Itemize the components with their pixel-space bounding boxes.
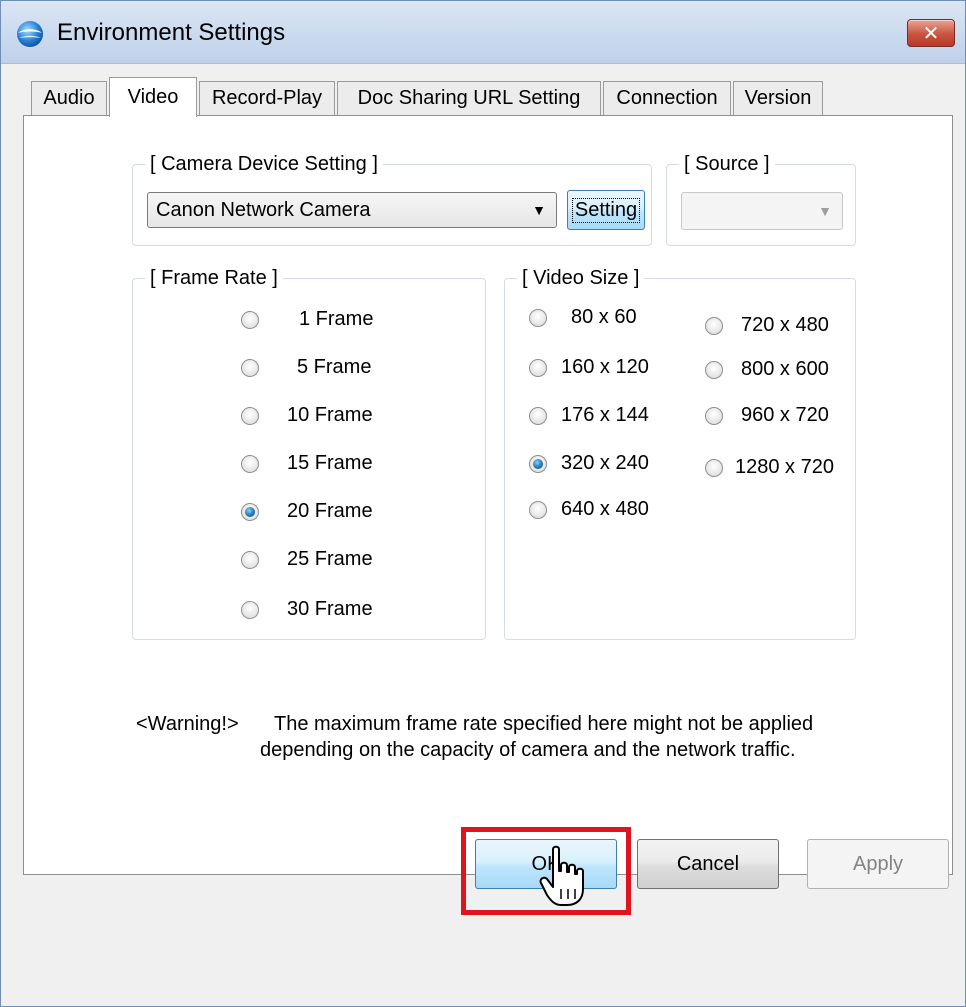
close-icon: ✕ — [922, 22, 940, 45]
radio-640x480[interactable] — [529, 501, 547, 519]
camera-device-setting-label: [ Camera Device Setting ] — [145, 152, 383, 176]
radio-160x120[interactable] — [529, 359, 547, 377]
radio-5-frame[interactable] — [241, 359, 259, 377]
source-label: [ Source ] — [679, 152, 775, 176]
radio-720x480[interactable] — [705, 317, 723, 335]
app-globe-icon — [17, 21, 43, 47]
radio-label-320x240: 320 x 240 — [561, 452, 649, 474]
radio-label-5-frame: 5 Frame — [297, 356, 372, 378]
radio-label-720x480: 720 x 480 — [741, 314, 829, 336]
radio-label-160x120: 160 x 120 — [561, 356, 649, 378]
radio-label-80x60: 80 x 60 — [571, 306, 637, 328]
radio-label-640x480: 640 x 480 — [561, 498, 649, 520]
tab-record-play[interactable]: Record-Play — [199, 81, 335, 115]
tab-doc-sharing-url-setting[interactable]: Doc Sharing URL Setting — [337, 81, 601, 115]
frame-rate-group: [ Frame Rate ] 1 Frame 5 Frame 10 Frame … — [132, 266, 486, 640]
radio-1-frame[interactable] — [241, 311, 259, 329]
radio-80x60[interactable] — [529, 309, 547, 327]
radio-label-800x600: 800 x 600 — [741, 358, 829, 380]
radio-label-960x720: 960 x 720 — [741, 404, 829, 426]
warning-line-2: depending on the capacity of camera and … — [260, 739, 796, 761]
hand-pointer-cursor-icon — [539, 845, 584, 906]
radio-label-25-frame: 25 Frame — [287, 548, 373, 570]
camera-setting-button[interactable]: Setting — [567, 190, 645, 230]
apply-button[interactable]: Apply — [807, 839, 949, 889]
radio-label-15-frame: 15 Frame — [287, 452, 373, 474]
radio-800x600[interactable] — [705, 361, 723, 379]
radio-label-30-frame: 30 Frame — [287, 598, 373, 620]
warning-line-1: The maximum frame rate specified here mi… — [274, 713, 814, 735]
tab-audio[interactable]: Audio — [31, 81, 107, 115]
radio-label-10-frame: 10 Frame — [287, 404, 373, 426]
radio-label-1-frame: 1 Frame — [299, 308, 374, 330]
video-size-label: [ Video Size ] — [517, 266, 645, 290]
tab-video[interactable]: Video — [109, 77, 197, 117]
environment-settings-window: Environment Settings ✕ Audio Video Recor… — [0, 0, 966, 1007]
warning-prefix: <Warning!> — [136, 713, 239, 735]
tab-connection[interactable]: Connection — [603, 81, 731, 115]
title-bar[interactable]: Environment Settings ✕ — [1, 1, 965, 64]
radio-25-frame[interactable] — [241, 551, 259, 569]
radio-30-frame[interactable] — [241, 601, 259, 619]
radio-960x720[interactable] — [705, 407, 723, 425]
window-title: Environment Settings — [57, 19, 286, 46]
camera-device-value: Canon Network Camera — [156, 198, 371, 221]
radio-1280x720[interactable] — [705, 459, 723, 477]
dropdown-arrow-icon: ▼ — [818, 203, 832, 219]
radio-label-20-frame: 20 Frame — [287, 500, 373, 522]
radio-20-frame[interactable] — [241, 503, 259, 521]
video-tab-panel: [ Camera Device Setting ] Canon Network … — [23, 115, 953, 875]
cancel-button[interactable]: Cancel — [637, 839, 779, 889]
radio-176x144[interactable] — [529, 407, 547, 425]
radio-label-176x144: 176 x 144 — [561, 404, 649, 426]
video-size-group: [ Video Size ] 80 x 60 160 x 120 176 x 1… — [504, 266, 856, 640]
camera-device-dropdown[interactable]: Canon Network Camera ▼ — [147, 192, 557, 228]
radio-10-frame[interactable] — [241, 407, 259, 425]
source-group: [ Source ] ▼ — [666, 152, 856, 246]
camera-device-setting-group: [ Camera Device Setting ] Canon Network … — [132, 152, 652, 246]
radio-label-1280x720: 1280 x 720 — [735, 456, 834, 478]
dropdown-arrow-icon: ▼ — [532, 202, 546, 218]
tab-version[interactable]: Version — [733, 81, 823, 115]
radio-15-frame[interactable] — [241, 455, 259, 473]
close-button[interactable]: ✕ — [907, 19, 955, 47]
radio-320x240[interactable] — [529, 455, 547, 473]
source-dropdown[interactable]: ▼ — [681, 192, 843, 230]
frame-rate-label: [ Frame Rate ] — [145, 266, 283, 290]
